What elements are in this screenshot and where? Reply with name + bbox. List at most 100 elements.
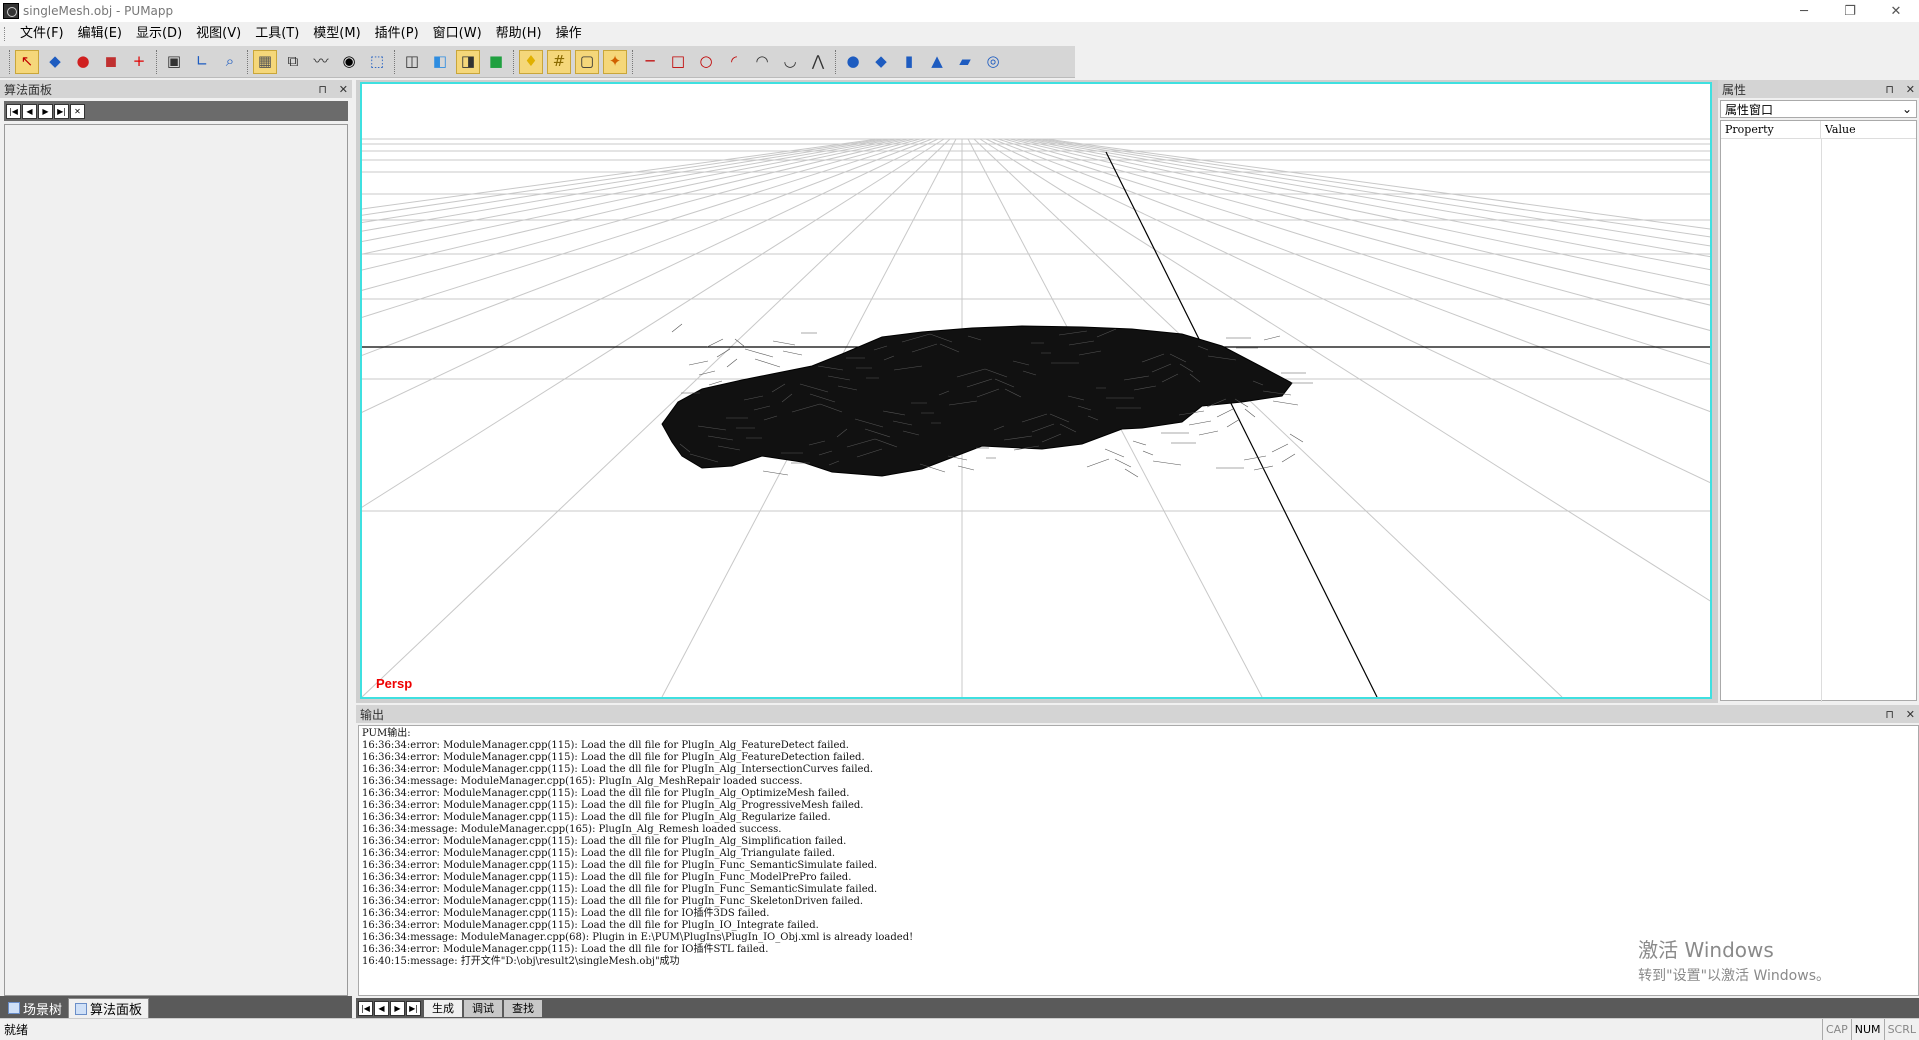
close-icon[interactable]: ✕	[1906, 83, 1915, 96]
eye-icon: ◉	[342, 52, 356, 70]
pin-icon[interactable]: ⊓	[318, 83, 327, 96]
menu-edit[interactable]: 编辑(E)	[71, 22, 129, 46]
main-toolbar: ↖ ◆ ● ◼ + ▣ ∟ ⌕ ▦ ⧉ 〰 ◉ ⬚ ◫ ◧ ◨ ■ ♦ # ▢ ✦ ─ □ ○ ◜ ◠ ◡ ⋀ ● ◆ ▮ ▲ ▰ ◎	[0, 46, 1075, 78]
first-page-icon[interactable]: |◀	[6, 103, 21, 119]
tab-scene-tree-label: 场景树	[23, 1002, 63, 1018]
arc-tool-button[interactable]: ◜	[722, 50, 746, 74]
grid-select-button[interactable]: ▦	[253, 49, 277, 74]
tab-algorithm-panel[interactable]: 算法面板	[68, 998, 150, 1018]
next-tab-icon[interactable]: ▶	[390, 1000, 405, 1016]
toolbar-grip	[9, 49, 10, 74]
mesh-cube-button[interactable]: ◼	[99, 50, 123, 74]
rect-tool-button[interactable]: □	[666, 50, 690, 74]
solid-box-icon: ◧	[432, 52, 448, 70]
box-select-icon: ⧉	[287, 52, 299, 70]
select-arrow-icon: ↖	[20, 52, 34, 70]
prev-page-icon[interactable]: ◀	[22, 103, 37, 119]
output-log[interactable]: PUM输出: 16:36:34:error: ModuleManager.cpp(…	[358, 725, 1919, 996]
crosshair-button[interactable]: +	[127, 50, 151, 74]
first-tab-icon[interactable]: |◀	[358, 1000, 373, 1016]
box-select-button[interactable]: ⧉	[281, 50, 305, 74]
pin-icon[interactable]: ⊓	[1885, 708, 1894, 721]
menu-file[interactable]: 文件(F)	[13, 22, 71, 46]
next-page-icon[interactable]: ▶	[38, 103, 53, 119]
value-column-header[interactable]: Value	[1821, 121, 1860, 138]
shaded-box-icon: ◨	[460, 52, 476, 70]
circle-tool-button[interactable]: ○	[694, 50, 718, 74]
log-line: 16:36:34:error: ModuleManager.cpp(115): …	[362, 872, 852, 883]
solid-box-button[interactable]: ◧	[428, 50, 452, 74]
property-window-select[interactable]: 属性窗口 ⌄	[1720, 100, 1917, 118]
mesh-red-button[interactable]: ●	[71, 50, 95, 74]
cone-button[interactable]: ▲	[925, 50, 949, 74]
algorithm-panel-header: 算法面板 ⊓ ✕	[0, 80, 352, 98]
viewport-projection-label: Persp	[376, 676, 413, 691]
pin-icon[interactable]: ⊓	[1885, 83, 1894, 96]
bbox-toggle-icon: ▢	[579, 52, 595, 70]
wireframe-box-button[interactable]: ◫	[400, 50, 424, 74]
prev-tab-icon[interactable]: ◀	[374, 1000, 389, 1016]
shaded-box-button[interactable]: ◨	[456, 49, 480, 74]
arc2-tool-button[interactable]: ◠	[750, 50, 774, 74]
cone-icon: ▲	[931, 52, 943, 70]
tab-debug[interactable]: 调试	[464, 999, 502, 1017]
light-bulb-button[interactable]: ♦	[519, 49, 543, 74]
close-window-button[interactable]: ✕	[1873, 0, 1919, 22]
log-line: 16:36:34:error: ModuleManager.cpp(115): …	[362, 848, 836, 859]
property-grid-header: Property Value	[1721, 121, 1916, 139]
zoom-button[interactable]: ⌕	[218, 50, 242, 74]
output-panel-title: 输出	[360, 707, 385, 722]
cylinder-icon: ▮	[904, 52, 914, 70]
menu-help[interactable]: 帮助(H)	[489, 22, 549, 46]
menu-model[interactable]: 模型(M)	[306, 22, 367, 46]
tab-scene-tree[interactable]: 场景树	[2, 998, 68, 1018]
plane-button[interactable]: ▰	[953, 50, 977, 74]
axes-toggle-button[interactable]: ✦	[603, 49, 627, 74]
scene-tree-icon	[8, 1002, 20, 1014]
axis-button[interactable]: ∟	[190, 50, 214, 74]
last-page-icon[interactable]: ▶|	[54, 103, 69, 119]
tab-find[interactable]: 查找	[504, 999, 542, 1017]
cylinder-button[interactable]: ▮	[897, 50, 921, 74]
3d-viewport[interactable]: Persp	[360, 82, 1712, 699]
torus-button[interactable]: ◎	[981, 50, 1005, 74]
menu-view[interactable]: 视图(V)	[189, 22, 248, 46]
menu-tools[interactable]: 工具(T)	[248, 22, 306, 46]
line-tool-icon: ─	[645, 52, 655, 70]
grid-toggle-button[interactable]: #	[547, 49, 571, 74]
transform-button[interactable]: ⬚	[365, 50, 389, 74]
color-box-button[interactable]: ■	[484, 50, 508, 74]
sphere-button[interactable]: ●	[841, 50, 865, 74]
output-tabs: |◀ ◀ ▶ ▶| 生成 调试 查找	[356, 998, 1919, 1018]
property-column-header[interactable]: Property	[1721, 121, 1821, 138]
bbox-toggle-button[interactable]: ▢	[575, 49, 599, 74]
light-bulb-icon: ♦	[524, 52, 538, 70]
curve-button[interactable]: 〰	[309, 50, 333, 74]
menu-window[interactable]: 窗口(W)	[426, 22, 489, 46]
eye-button[interactable]: ◉	[337, 50, 361, 74]
restore-button[interactable]: ❐	[1827, 0, 1873, 22]
log-line: 16:36:34:error: ModuleManager.cpp(115): …	[362, 860, 878, 871]
tab-algorithm-panel-label: 算法面板	[90, 1003, 143, 1018]
menu-display[interactable]: 显示(D)	[129, 22, 189, 46]
close-icon[interactable]: ✕	[1906, 708, 1915, 721]
minimize-button[interactable]: ─	[1781, 0, 1827, 22]
bezier-tool-button[interactable]: ◡	[778, 50, 802, 74]
algorithm-panel-title: 算法面板	[4, 82, 53, 97]
close-page-icon[interactable]: ✕	[70, 103, 85, 119]
cube-button[interactable]: ◆	[869, 50, 893, 74]
polyline-tool-button[interactable]: ⋀	[806, 50, 830, 74]
log-line: 16:36:34:error: ModuleManager.cpp(115): …	[362, 908, 770, 919]
close-icon[interactable]: ✕	[339, 83, 348, 96]
mesh-shape-button[interactable]: ◆	[43, 50, 67, 74]
pick-point-button[interactable]: ▣	[162, 50, 186, 74]
select-arrow-button[interactable]: ↖	[15, 49, 39, 74]
tab-build[interactable]: 生成	[424, 999, 462, 1017]
last-tab-icon[interactable]: ▶|	[406, 1000, 421, 1016]
menu-plugins[interactable]: 插件(P)	[368, 22, 426, 46]
toolbar-separator	[835, 49, 836, 74]
menu-operation[interactable]: 操作	[549, 22, 589, 46]
line-tool-button[interactable]: ─	[638, 50, 662, 74]
mesh-shape-icon: ◆	[49, 52, 61, 70]
plane-icon: ▰	[959, 52, 971, 70]
